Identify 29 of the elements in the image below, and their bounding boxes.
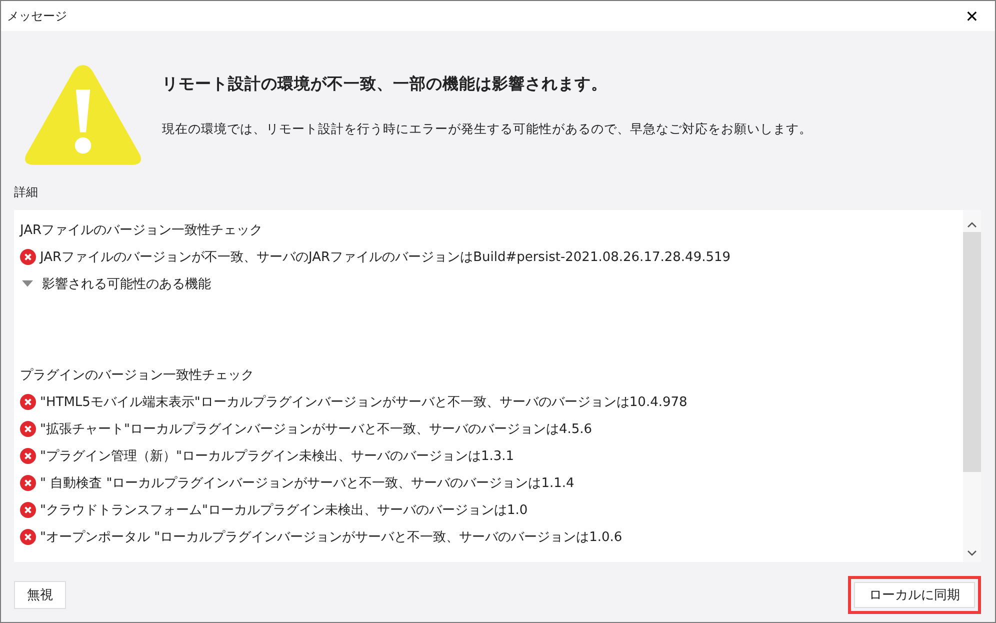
scrollbar[interactable] (963, 210, 981, 562)
error-message: JARファイルのバージョンが不一致、サーバのJARファイルのバージョンはBuild#persist-2021.08.26.17.28.49.519 (40, 248, 731, 266)
ignore-button[interactable]: 無視 (14, 581, 66, 609)
section-title: JARファイルのバージョン一致性チェック (20, 222, 264, 240)
expand-triangle-icon[interactable] (22, 280, 33, 288)
scroll-down-icon[interactable] (967, 550, 977, 556)
scroll-up-icon[interactable] (967, 222, 977, 228)
window-title: メッセージ (6, 8, 67, 24)
details-label: 詳細 (14, 184, 39, 201)
error-icon (20, 474, 36, 490)
tree-item[interactable]: 影響される可能性のある機能 (20, 270, 963, 297)
error-message: "プラグイン管理（新）"ローカルプラグイン未検出、サーバのバージョンは1.3.1 (40, 448, 514, 464)
error-icon (20, 394, 36, 410)
error-icon (20, 248, 36, 264)
error-icon (20, 420, 36, 436)
error-message: "HTML5モバイル端末表示"ローカルプラグインバージョンがサーバと不一致、サーバのバージョンは10.4.978 (40, 394, 688, 410)
error-message: " 自動検査 "ローカルプラグインバージョンがサーバと不一致、サーバのバージョンは1.1.4 (40, 474, 574, 492)
dialog-message: 現在の環境では、リモート設計を行う時にエラーが発生する可能性があるので、早急なご対応をお願いします。 (162, 121, 812, 138)
sync-button[interactable]: ローカルに同期 (848, 576, 981, 614)
scroll-thumb[interactable] (963, 232, 981, 472)
error-message: "拡張チャート"ローカルプラグインバージョンがサーバと不一致、サーバのバージョンは4.5.6 (40, 420, 592, 438)
error-message: "クラウドトランスフォーム"ローカルプラグイン未検出、サーバのバージョンは1.0 (40, 502, 528, 518)
error-message: "オープンポータル "ローカルプラグインバージョンがサーバと不一致、サーバのバージョンは1.0.6 (40, 528, 622, 546)
error-icon (20, 528, 36, 544)
close-button[interactable]: ✕ (949, 1, 995, 31)
dialog-heading: リモート設計の環境が不一致、一部の機能は影響されます。 (162, 74, 608, 95)
section-title: プラグインのバージョン一致性チェック (20, 366, 255, 384)
error-icon (20, 448, 36, 464)
error-icon (20, 502, 36, 518)
